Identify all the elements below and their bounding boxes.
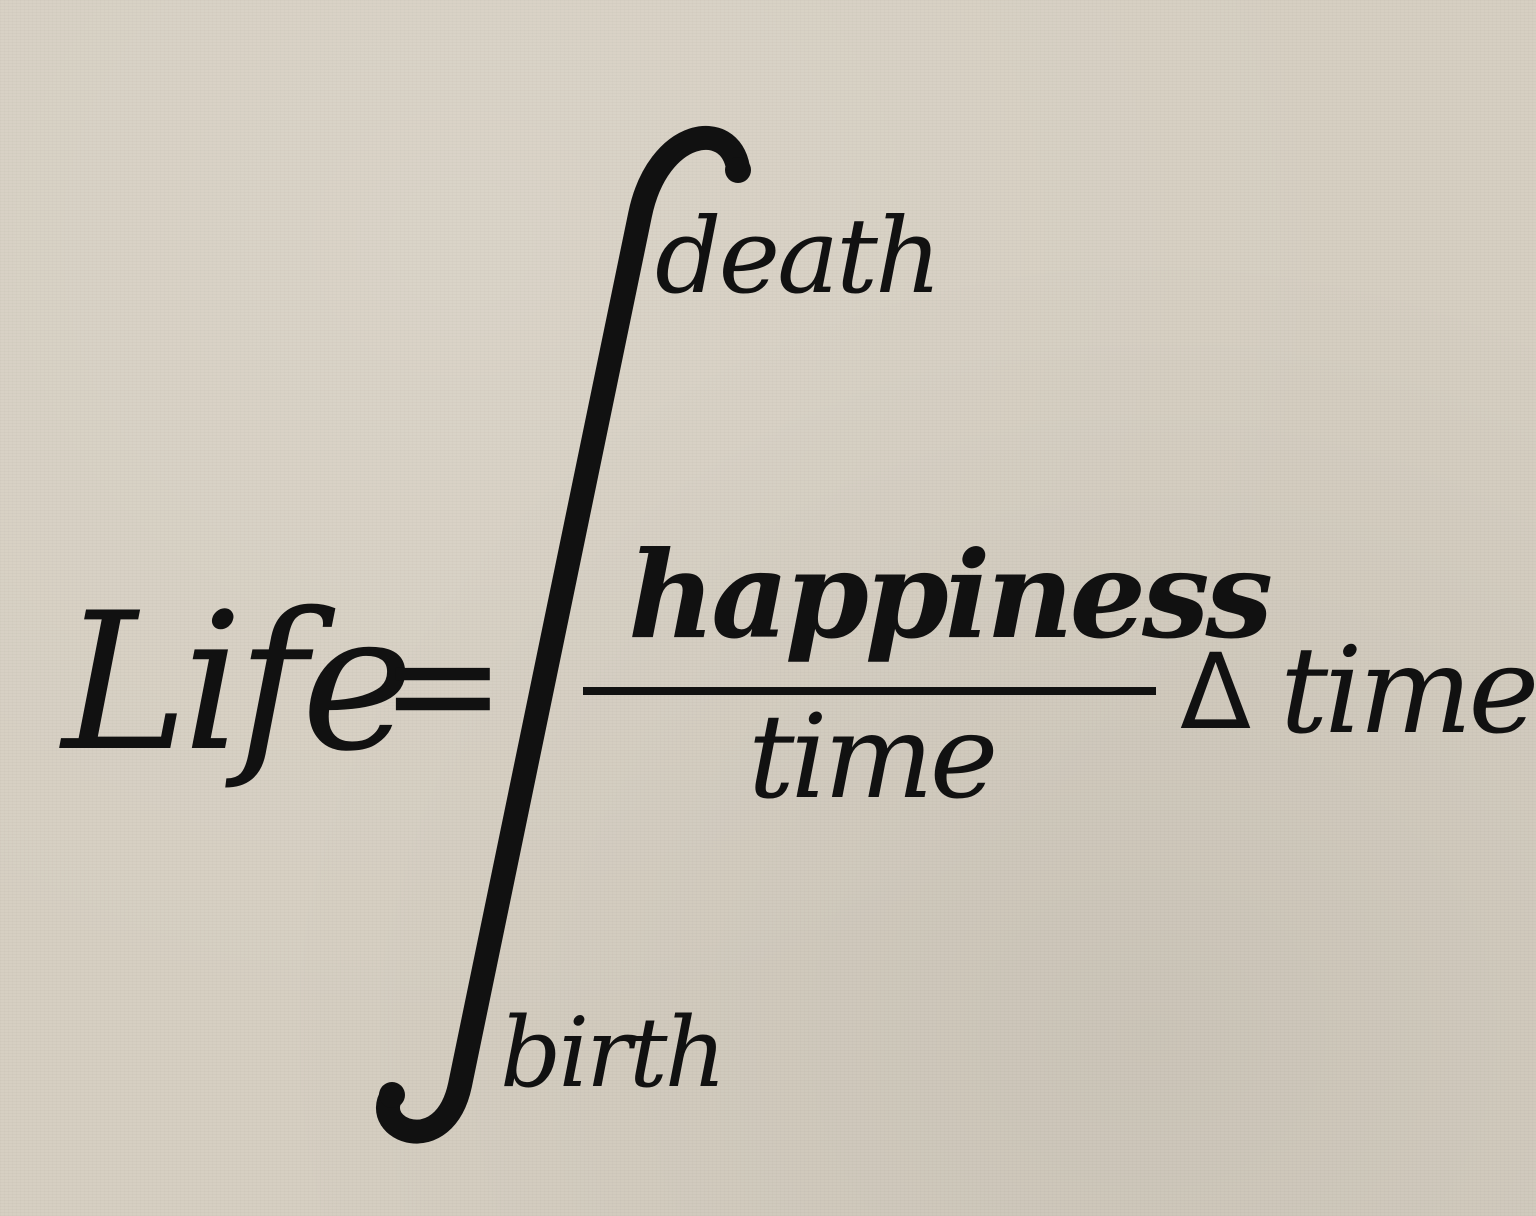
integration-variable: time (1280, 622, 1536, 761)
upper-limit: death (655, 195, 942, 317)
denominator: time (748, 690, 998, 825)
delta-symbol: Δ (1180, 631, 1252, 753)
equals-sign: = (380, 598, 506, 772)
numerator: happiness (628, 525, 1273, 666)
lower-limit: birth (500, 997, 726, 1109)
lhs-text: Life (62, 572, 414, 793)
equation-canvas: Life = death birth happiness time Δ time (0, 0, 1536, 1216)
